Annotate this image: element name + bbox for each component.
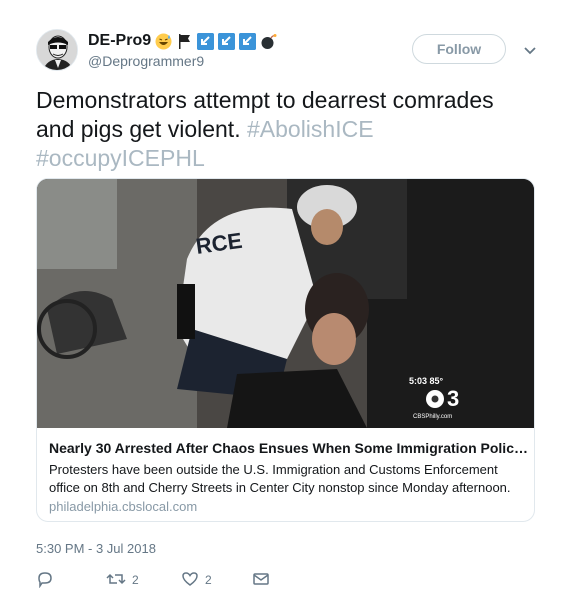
display-name[interactable]: DE-Pro9: [88, 32, 151, 50]
tweet-text: Demonstrators attempt to dearrest comrad…: [36, 86, 536, 173]
reply-button[interactable]: [36, 570, 54, 590]
direct-message-button[interactable]: [252, 570, 270, 590]
card-domain: philadelphia.cbslocal.com: [49, 499, 198, 514]
handle[interactable]: @Deprogrammer9: [88, 53, 204, 69]
name-row: DE-Pro9: [88, 30, 277, 52]
arrow-down-left-emoji: [239, 32, 257, 50]
card-description: Protesters have been outside the U.S. Im…: [49, 462, 511, 495]
hashtag-link[interactable]: #occupyICEPHL: [36, 145, 205, 171]
arrow-down-left-emoji: [197, 32, 215, 50]
channel-number: 3: [447, 386, 459, 411]
channel-site: CBSPhilly.com: [413, 414, 452, 420]
link-card[interactable]: RCE 5:03 85° 3 CBSPhilly.com Nearly 30 A…: [36, 178, 535, 522]
like-count: 2: [205, 573, 212, 587]
chevron-down-icon[interactable]: [522, 42, 538, 58]
grinning-sweat-emoji: [155, 33, 172, 50]
envelope-icon: [252, 570, 270, 591]
follow-button[interactable]: Follow: [412, 34, 506, 64]
retweet-icon: [106, 570, 126, 591]
card-title[interactable]: Nearly 30 Arrested After Chaos Ensues Wh…: [49, 440, 529, 456]
bomb-emoji: [260, 33, 277, 50]
reply-icon: [36, 570, 54, 591]
hashtag-link[interactable]: #AbolishICE: [247, 116, 374, 142]
heart-icon: [181, 570, 199, 591]
broadcast-time-temp: 5:03 85°: [409, 376, 444, 386]
timestamp[interactable]: 5:30 PM - 3 Jul 2018: [36, 541, 156, 556]
arrow-down-left-emoji: [218, 32, 236, 50]
avatar-image: [37, 30, 77, 70]
retweet-count: 2: [132, 573, 139, 587]
retweet-button[interactable]: 2: [106, 570, 139, 590]
tweet: DE-Pro9 @Deprogrammer9 Follow Demonstrat…: [0, 0, 572, 613]
black-flag-emoji: [176, 33, 193, 50]
avatar[interactable]: [36, 29, 78, 71]
like-button[interactable]: 2: [181, 570, 212, 590]
card-image[interactable]: RCE 5:03 85° 3 CBSPhilly.com: [37, 179, 534, 428]
